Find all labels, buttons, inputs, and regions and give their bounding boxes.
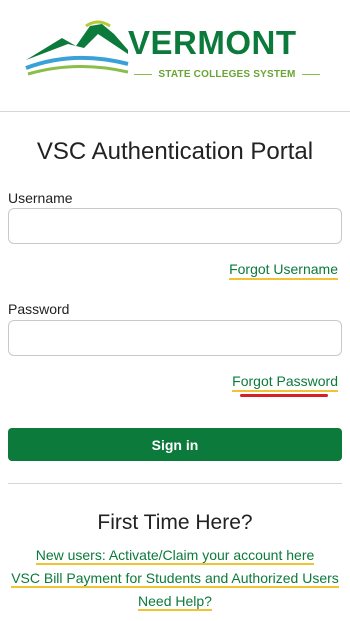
logo-subtitle-rule-left xyxy=(134,73,153,75)
password-input[interactable] xyxy=(8,320,342,356)
page-title: VSC Authentication Portal xyxy=(36,138,314,165)
logo-subtitle: STATE COLLEGES SYSTEM xyxy=(134,66,320,82)
divider xyxy=(8,483,342,484)
forgot-password-link[interactable]: Forgot Password xyxy=(232,373,338,392)
logo-wordmark: VERMONT xyxy=(128,24,297,61)
new-users-activate-link[interactable]: New users: Activate/Claim your account h… xyxy=(35,547,315,565)
forgot-username-link[interactable]: Forgot Username xyxy=(229,261,338,280)
username-input[interactable] xyxy=(8,208,342,244)
bill-payment-link[interactable]: VSC Bill Payment for Students and Author… xyxy=(11,570,339,588)
header: VERMONT STATE COLLEGES SYSTEM xyxy=(0,0,350,112)
sign-in-button[interactable]: Sign in xyxy=(8,428,342,461)
highlight-underline xyxy=(240,394,328,397)
new-users-link-row: New users: Activate/Claim your account h… xyxy=(0,547,350,565)
bill-payment-link-row: VSC Bill Payment for Students and Author… xyxy=(0,570,350,588)
logo-subtitle-text: STATE COLLEGES SYSTEM xyxy=(158,68,296,80)
need-help-link-row: Need Help? xyxy=(0,593,350,611)
login-page: VERMONT STATE COLLEGES SYSTEM VSC Authen… xyxy=(0,0,350,621)
logo-subtitle-rule-right xyxy=(301,73,320,75)
password-label: Password xyxy=(8,301,70,317)
username-label: Username xyxy=(8,190,73,206)
first-time-heading: First Time Here? xyxy=(97,511,253,534)
need-help-link[interactable]: Need Help? xyxy=(138,593,212,611)
mountain-logo-icon xyxy=(25,20,129,76)
